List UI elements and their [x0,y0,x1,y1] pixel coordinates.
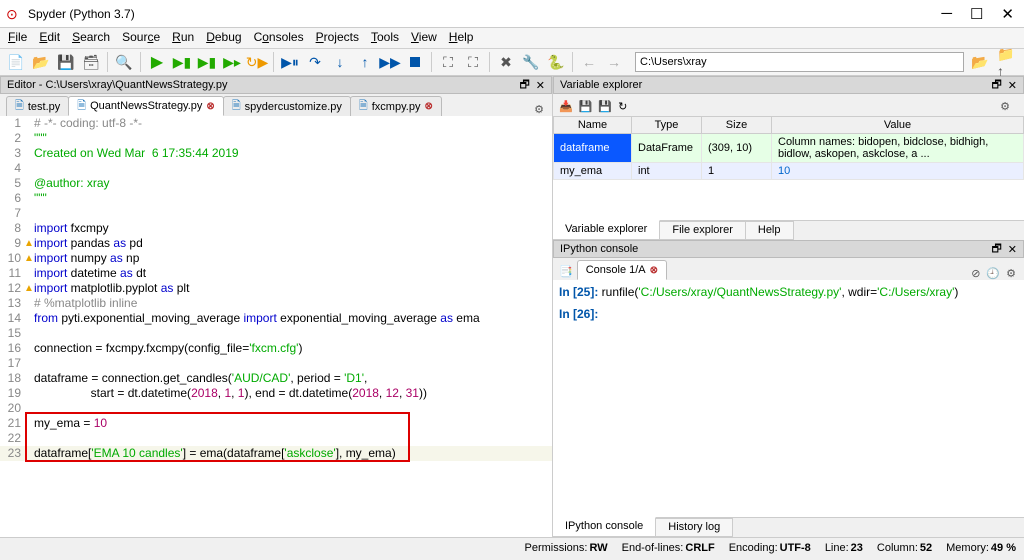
clock-icon[interactable]: 🕘 [986,267,1000,280]
menu-help[interactable]: Help [449,30,474,46]
col-name[interactable]: Name [554,117,632,134]
tab-close-icon[interactable]: ⊗ [424,101,432,112]
tab-history-log[interactable]: History log [656,518,733,537]
menu-debug[interactable]: Debug [206,30,241,46]
save-button[interactable]: 💾 [54,50,78,74]
col-type[interactable]: Type [632,117,702,134]
step-into-button[interactable]: ↓ [328,50,352,74]
varex-toolbar: 📥 💾 💾 ↻ ⚙ [553,94,1024,116]
tab-fxcmpy[interactable]: 🗎fxcmpy.py⊗ [350,96,442,116]
tab-test[interactable]: 🗎test.py [6,96,69,116]
nav-back-button[interactable]: ← [577,50,601,74]
var-row-myema[interactable]: my_emaint110 [554,163,1024,180]
save-all-button[interactable]: 🗃 [79,50,103,74]
menu-search[interactable]: Search [72,30,110,46]
nav-fwd-button[interactable]: → [602,50,626,74]
continue-button[interactable]: ▶▶ [378,50,402,74]
tab-help[interactable]: Help [746,221,794,240]
step-return-button[interactable]: ↑ [353,50,377,74]
menubar: FFileile Edit Search Source Run Debug Co… [0,28,1024,48]
menu-edit[interactable]: Edit [39,30,60,46]
editor-header: Editor - C:\Users\xray\QuantNewsStrategy… [0,76,552,94]
pythonpath-button[interactable]: 🐍 [544,50,568,74]
new-file-button[interactable]: 📄 [4,50,28,74]
tab-spydercustomize[interactable]: 🗎spydercustomize.py [223,96,351,116]
tab-variable-explorer[interactable]: Variable explorer [553,220,660,240]
varex-saveas-icon[interactable]: 💾 [598,100,612,113]
spyder-icon: ⊙ [6,6,22,22]
console-interrupt-icon[interactable]: ⊘ [971,267,980,280]
col-value[interactable]: Value [772,117,1024,134]
close-button[interactable]: ✕ [1001,5,1014,23]
menu-tools[interactable]: Tools [371,30,399,46]
working-dir-input[interactable] [635,52,964,72]
window-titlebar: ⊙ Spyder (Python 3.7) ─ ☐ ✕ [0,0,1024,28]
minimize-button[interactable]: ─ [941,5,952,23]
editor-undock-icon[interactable]: 🗗 [519,76,529,95]
col-size[interactable]: Size [702,117,772,134]
stop-debug-button[interactable] [403,50,427,74]
open-file-button[interactable]: 📂 [29,50,53,74]
ipython-header: IPython console 🗗 ✕ [553,240,1024,258]
tab-quantnews[interactable]: 🗎QuantNewsStrategy.py⊗ [68,96,224,116]
menu-consoles[interactable]: Consoles [254,30,304,46]
tab-console-1a[interactable]: Console 1/A⊗ [577,260,667,280]
window-title: Spyder (Python 3.7) [28,7,941,21]
console-tabs: 📑 Console 1/A⊗ ⊘ 🕘 ⚙ [553,258,1024,280]
varex-header: Variable explorer 🗗 ✕ [553,76,1024,94]
varex-undock-icon[interactable]: 🗗 [991,76,1001,95]
tab-file-explorer[interactable]: File explorer [660,221,746,240]
run-cell-advance-button[interactable]: ▶▮ [195,50,219,74]
debug-button[interactable]: ▶⏸ [278,50,302,74]
run-button[interactable]: ▶ [145,50,169,74]
console-list-icon[interactable]: 📑 [559,265,573,278]
menu-run[interactable]: Run [172,30,194,46]
editor-header-text: Editor - C:\Users\xray\QuantNewsStrategy… [7,79,227,91]
run-selection-button[interactable]: ▶▸ [220,50,244,74]
console-options-icon[interactable]: ⚙ [1006,267,1016,280]
ipython-console[interactable]: In [25]: runfile('C:/Users/xray/QuantNew… [553,280,1024,517]
rerun-button[interactable]: ↻▶ [245,50,269,74]
editor-close-icon[interactable]: ✕ [536,79,545,92]
varex-bottom-tabs: Variable explorer File explorer Help [553,220,1024,240]
menu-source[interactable]: Source [122,30,160,46]
ipython-close-icon[interactable]: ✕ [1008,243,1017,256]
maximize-pane-button[interactable]: ⛶ [436,50,460,74]
varex-options-icon[interactable]: ⚙ [1000,100,1018,113]
editor-tabs: 🗎test.py 🗎QuantNewsStrategy.py⊗ 🗎spyderc… [0,94,552,116]
tab-ipython-console[interactable]: IPython console [553,517,656,537]
fullscreen-button[interactable]: ⛶ [461,50,485,74]
statusbar: Permissions: RW End-of-lines: CRLF Encod… [0,537,1024,557]
menu-view[interactable]: View [411,30,437,46]
ipython-undock-icon[interactable]: 🗗 [991,240,1001,259]
code-editor[interactable]: 1# -*- coding: utf-8 -*- 2""" 3Created o… [0,116,552,537]
search-button[interactable]: 🔍 [112,50,136,74]
varex-save-icon[interactable]: 💾 [579,100,593,113]
main-toolbar: 📄 📂 💾 🗃 🔍 ▶ ▶▮ ▶▮ ▶▸ ↻▶ ▶⏸ ↷ ↓ ↑ ▶▶ ⛶ ⛶ … [0,48,1024,76]
close-pane-button[interactable]: ✖ [494,50,518,74]
console-bottom-tabs: IPython console History log [553,517,1024,537]
tab-close-icon[interactable]: ⊗ [206,101,214,112]
maximize-button[interactable]: ☐ [970,5,983,23]
var-row-dataframe[interactable]: dataframeDataFrame(309, 10)Column names:… [554,134,1024,163]
menu-file[interactable]: FFileile [8,30,27,46]
run-cell-button[interactable]: ▶▮ [170,50,194,74]
varex-import-icon[interactable]: 📥 [559,100,573,113]
varex-close-icon[interactable]: ✕ [1008,79,1017,92]
menu-projects[interactable]: Projects [316,30,359,46]
browse-dir-button[interactable]: 📂 [968,50,992,74]
varex-refresh-icon[interactable]: ↻ [618,100,627,113]
parent-dir-button[interactable]: 📁↑ [996,50,1020,74]
step-over-button[interactable]: ↷ [303,50,327,74]
tab-close-icon[interactable]: ⊗ [650,265,658,276]
preferences-button[interactable]: 🔧 [519,50,543,74]
editor-options-icon[interactable]: ⚙ [534,103,552,116]
variable-explorer: Name Type Size Value dataframeDataFrame(… [553,116,1024,220]
